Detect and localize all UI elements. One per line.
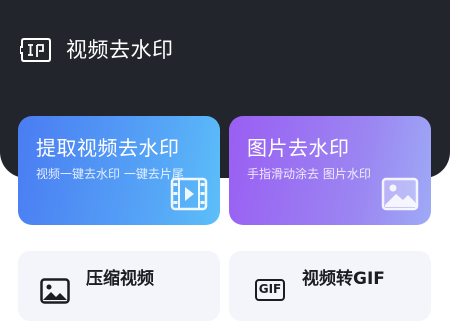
tool-title: 压缩视频 [86, 269, 154, 289]
card-title: 图片去水印 [247, 136, 350, 160]
image-picture-icon [40, 278, 70, 304]
extract-video-watermark-card[interactable]: 提取视频去水印 视频一键去水印 一键去片尾 [18, 116, 220, 225]
card-title: 提取视频去水印 [36, 136, 180, 160]
watermark-stamp-icon [20, 38, 51, 62]
card-description: 手指滑动涂去 图片水印 [247, 167, 371, 181]
gif-icon: GIF [255, 279, 285, 301]
app-title: 视频去水印 [66, 38, 174, 62]
image-watermark-card[interactable]: 图片去水印 手指滑动涂去 图片水印 [229, 116, 431, 225]
image-picture-icon [381, 177, 419, 211]
tool-title: 视频转GIF [302, 269, 385, 289]
card-description: 视频一键去水印 一键去片尾 [36, 167, 184, 181]
video-film-icon [170, 177, 208, 211]
gif-icon-label: GIF [258, 282, 282, 296]
